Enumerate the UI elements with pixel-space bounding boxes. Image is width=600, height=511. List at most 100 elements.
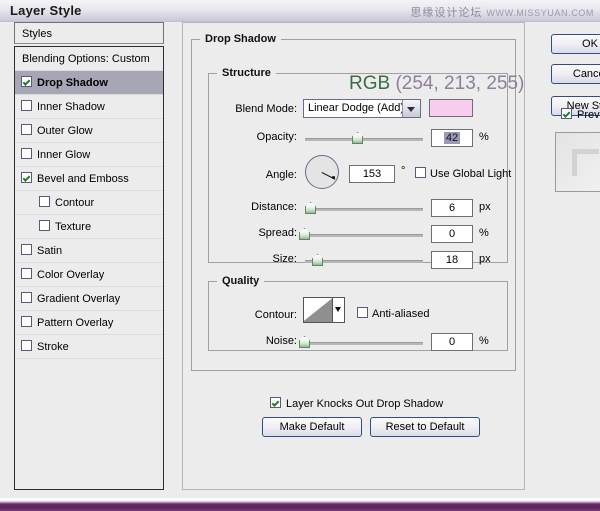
style-item-checkbox[interactable] [21, 292, 32, 303]
style-item-checkbox[interactable] [39, 220, 50, 231]
rgb-annotation-value: (254, 213, 255) [395, 73, 525, 94]
preview-glyph [572, 149, 599, 176]
noise-slider-thumb[interactable] [299, 336, 310, 348]
page-title: Layer Style [10, 3, 82, 18]
style-item-checkbox[interactable] [21, 76, 32, 87]
spread-value: 0 [448, 228, 456, 240]
style-list-item[interactable]: Drop Shadow [15, 71, 163, 95]
style-list-item[interactable]: Contour [15, 191, 163, 215]
blend-mode-select[interactable]: Linear Dodge (Add) [303, 99, 421, 118]
style-list-item[interactable]: Texture [15, 215, 163, 239]
spread-input[interactable]: 0 [431, 225, 473, 243]
style-list-item[interactable]: Satin [15, 239, 163, 263]
spread-slider-thumb[interactable] [299, 228, 310, 240]
style-item-checkbox[interactable] [21, 244, 32, 255]
style-item-checkbox[interactable] [21, 316, 32, 327]
anti-aliased-row[interactable]: Anti-aliased [357, 307, 429, 320]
style-item-label: Pattern Overlay [37, 317, 114, 330]
style-item-checkbox[interactable] [21, 100, 32, 111]
noise-unit: % [479, 335, 489, 347]
distance-label: Distance: [251, 201, 297, 213]
size-value: 18 [445, 254, 459, 266]
reset-to-default-button[interactable]: Reset to Default [370, 417, 480, 437]
quality-group: Quality Contour: Anti-aliased Noise: 0 % [208, 275, 508, 351]
ok-button[interactable]: OK [551, 34, 600, 54]
style-list-item[interactable]: Pattern Overlay [15, 311, 163, 335]
distance-input[interactable]: 6 [431, 199, 473, 217]
style-list-item[interactable]: Outer Glow [15, 119, 163, 143]
distance-slider-track[interactable] [305, 208, 423, 211]
distance-value: 6 [448, 202, 456, 214]
style-item-label: Satin [37, 245, 63, 258]
style-item-checkbox[interactable] [21, 268, 32, 279]
layer-style-dialog: Layer Style 思缘设计论坛 WWW.MISSYUAN.COM Style… [0, 0, 600, 511]
opacity-slider-thumb[interactable] [352, 132, 363, 144]
angle-unit: ° [401, 165, 406, 177]
opacity-label: Opacity: [256, 131, 297, 143]
style-list-item[interactable]: Inner Glow [15, 143, 163, 167]
quality-group-title: Quality [222, 275, 260, 287]
drop-shadow-group-title: Drop Shadow [205, 33, 276, 45]
style-item-checkbox[interactable] [21, 340, 32, 351]
preview-label: Preview [577, 109, 600, 121]
style-list-item[interactable]: Blending Options: Custom [15, 47, 163, 71]
use-global-light-label: Use Global Light [430, 168, 512, 180]
style-item-label: Texture [55, 221, 92, 234]
anti-aliased-checkbox[interactable] [357, 307, 368, 318]
style-item-label: Inner Glow [37, 149, 91, 162]
noise-slider-track[interactable] [305, 342, 423, 345]
angle-dial[interactable] [305, 155, 339, 189]
opacity-input[interactable]: 42 [431, 129, 473, 147]
style-item-label: Contour [55, 197, 95, 210]
style-list-item[interactable]: Gradient Overlay [15, 287, 163, 311]
shadow-color-swatch[interactable] [429, 99, 473, 117]
preview-thumbnail [555, 132, 600, 192]
use-global-light-row[interactable]: Use Global Light [415, 167, 511, 180]
opacity-value: 42 [443, 132, 461, 144]
contour-label: Contour: [254, 309, 297, 321]
style-item-label: Gradient Overlay [37, 293, 121, 306]
styles-list[interactable]: Blending Options: Custom Drop Shadow Inner… [14, 46, 164, 490]
style-item-label: Bevel and Emboss [37, 173, 129, 186]
styles-panel: Styles Blending Options: Custom Drop Shad… [14, 22, 164, 490]
rgb-annotation: RGB (254, 213, 255) [349, 73, 524, 95]
blend-mode-value: Linear Dodge (Add) [308, 102, 405, 114]
noise-input[interactable]: 0 [431, 333, 473, 351]
make-default-button[interactable]: Make Default [262, 417, 362, 437]
preview-checkbox[interactable] [561, 108, 572, 119]
layer-knockout-row[interactable]: Layer Knocks Out Drop Shadow [270, 397, 443, 410]
style-list-item[interactable]: Bevel and Emboss [15, 167, 163, 191]
layer-knockout-checkbox[interactable] [270, 397, 281, 408]
contour-curve-thumbnail [304, 298, 334, 322]
preview-row[interactable]: Preview [561, 108, 600, 121]
style-item-checkbox[interactable] [39, 196, 50, 207]
noise-value: 0 [448, 336, 456, 348]
cancel-button[interactable]: Cancel [551, 64, 600, 84]
title-bar: Layer Style 思缘设计论坛 WWW.MISSYUAN.COM [0, 0, 600, 23]
style-item-label: Blending Options: Custom [22, 53, 150, 66]
spread-slider-track[interactable] [305, 234, 423, 237]
style-item-label: Color Overlay [37, 269, 105, 282]
style-item-checkbox[interactable] [21, 172, 32, 183]
use-global-light-checkbox[interactable] [415, 167, 426, 178]
style-item-checkbox[interactable] [21, 148, 32, 159]
distance-slider-thumb[interactable] [305, 202, 316, 214]
opacity-slider-track[interactable] [305, 138, 423, 141]
angle-label: Angle: [265, 169, 297, 181]
chevron-down-icon[interactable] [402, 100, 420, 117]
style-item-checkbox[interactable] [21, 124, 32, 135]
style-item-label: Outer Glow [37, 125, 93, 138]
style-item-label: Drop Shadow [37, 77, 108, 90]
style-list-item[interactable]: Inner Shadow [15, 95, 163, 119]
watermark-url: WWW.MISSYUAN.COM [486, 8, 594, 18]
right-button-column: OK Cancel New Style... Preview [545, 22, 600, 490]
size-slider-thumb[interactable] [312, 254, 323, 266]
style-list-item[interactable]: Color Overlay [15, 263, 163, 287]
angle-input[interactable]: 153 [349, 165, 395, 183]
style-list-item[interactable]: Stroke [15, 335, 163, 359]
contour-preset-picker[interactable] [303, 297, 345, 323]
watermark: 思缘设计论坛 WWW.MISSYUAN.COM [410, 4, 594, 20]
size-input[interactable]: 18 [431, 251, 473, 269]
spread-unit: % [479, 227, 489, 239]
contour-dropdown-arrow-icon[interactable] [332, 298, 344, 322]
